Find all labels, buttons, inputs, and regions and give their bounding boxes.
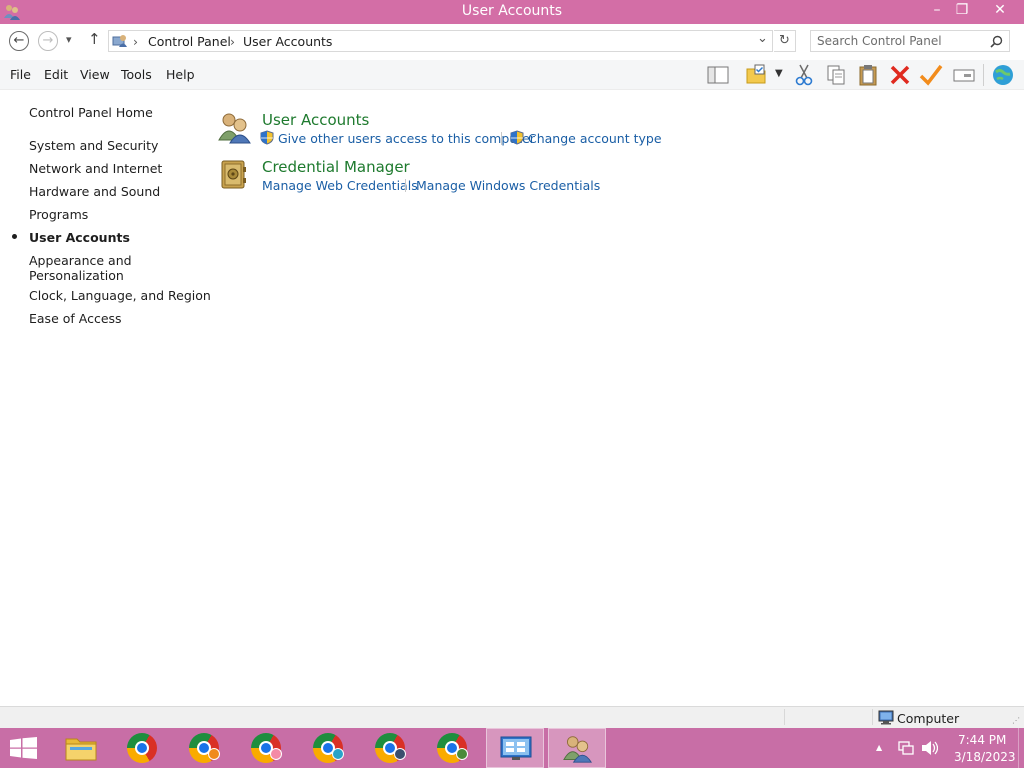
forward-button[interactable]: → [38,31,58,51]
user-accounts-icon [563,736,593,763]
link-change-account-type[interactable]: Change account type [528,131,662,146]
sidebar-item-hardware-and-sound[interactable]: Hardware and Sound [29,184,160,199]
status-bar: Computer ⋰ [0,706,1024,728]
taskbar-chrome-3[interactable] [238,728,296,768]
file-explorer-icon [65,738,97,761]
credential-manager-icon[interactable] [219,159,249,191]
chrome-icon [127,733,157,763]
search-box[interactable] [810,30,1010,52]
breadcrumb-separator: › [133,34,138,49]
breadcrumb-separator: › [230,34,235,49]
menu-bar: File Edit View Tools Help ▼ [0,60,1024,90]
search-icon[interactable] [990,35,1003,48]
menu-view[interactable]: View [80,67,110,82]
clock-time[interactable]: 7:44 PM [958,733,1006,747]
taskbar-user-accounts[interactable] [548,728,606,768]
taskbar: ▲ 7:44 PM 3/18/2023 [0,728,1024,768]
clock-date[interactable]: 3/18/2023 [954,750,1016,764]
profile-badge-icon [332,748,344,760]
taskbar-control-panel[interactable] [486,728,544,768]
copy-icon[interactable] [824,63,848,87]
status-divider [872,709,873,725]
link-manage-windows-credentials[interactable]: Manage Windows Credentials [416,178,600,193]
show-desktop-button[interactable] [1018,728,1024,768]
globe-icon[interactable] [991,63,1015,87]
sidebar-item-system-and-security[interactable]: System and Security [29,138,158,153]
menu-help[interactable]: Help [166,67,195,82]
sidebar-item-clock-language-region[interactable]: Clock, Language, and Region [29,288,211,303]
menu-edit[interactable]: Edit [44,67,68,82]
menu-tools[interactable]: Tools [121,67,152,82]
delete-icon[interactable] [888,63,912,87]
address-dropdown-icon[interactable]: ⌄ [757,31,768,46]
address-row: ← → ▾ ↑ › Control Panel › User Accounts … [0,24,1024,60]
refresh-button[interactable]: ↻ [774,30,796,52]
close-button[interactable]: ✕ [984,0,1016,22]
rename-icon[interactable] [952,63,976,87]
dropdown-icon[interactable]: ▼ [775,68,783,79]
address-bar[interactable]: › Control Panel › User Accounts ⌄ [108,30,773,52]
profile-badge-icon [270,748,282,760]
folder-options-icon[interactable] [744,63,768,87]
properties-check-icon[interactable] [919,63,943,87]
selected-bullet-icon [12,234,17,239]
taskbar-chrome-4[interactable] [300,728,358,768]
profile-badge-icon [456,748,468,760]
tray-chevron-icon[interactable]: ▲ [876,743,882,752]
title-bar: User Accounts – ❐ ✕ [0,0,1024,24]
resize-grip-icon[interactable]: ⋰ [1012,716,1020,725]
taskbar-file-explorer[interactable] [52,728,110,768]
uac-shield-icon [510,130,524,145]
user-accounts-icon[interactable] [218,112,252,144]
taskbar-chrome-2[interactable] [176,728,234,768]
recent-locations-button[interactable]: ▾ [66,33,72,46]
sidebar-item-user-accounts[interactable]: User Accounts [29,230,130,245]
profile-badge-icon [208,748,220,760]
taskbar-chrome-6[interactable] [424,728,482,768]
sidebar-item-appearance-and-personalization[interactable]: Appearance and Personalization [29,253,139,283]
link-separator [501,132,502,145]
status-computer-label: Computer [897,711,960,726]
cut-icon[interactable] [792,63,816,87]
network-icon[interactable] [898,740,914,756]
breadcrumb-user-accounts[interactable]: User Accounts [243,34,332,49]
restore-button[interactable]: ❐ [947,0,977,22]
search-input[interactable] [817,33,977,49]
category-credential-manager-title[interactable]: Credential Manager [262,158,410,176]
link-manage-web-credentials[interactable]: Manage Web Credentials [262,178,418,193]
computer-icon [878,710,894,725]
link-give-other-users-access[interactable]: Give other users access to this computer [278,131,535,146]
status-divider [784,709,785,725]
uac-shield-icon [260,130,274,145]
window-title: User Accounts [461,3,563,19]
control-panel-icon [500,736,532,760]
category-user-accounts-title[interactable]: User Accounts [262,111,369,129]
toolbar-divider [983,64,984,86]
back-button[interactable]: ← [9,31,29,51]
up-button[interactable]: ↑ [88,30,101,48]
menu-file[interactable]: File [10,67,31,82]
layout-pane-icon[interactable] [706,63,730,87]
sidebar-item-network-and-internet[interactable]: Network and Internet [29,161,162,176]
taskbar-chrome-1[interactable] [114,728,172,768]
taskbar-chrome-5[interactable] [362,728,420,768]
windows-start-icon[interactable] [10,737,37,759]
paste-icon[interactable] [856,63,880,87]
breadcrumb-control-panel[interactable]: Control Panel [148,34,231,49]
control-panel-icon [112,35,127,47]
sidebar-item-control-panel-home[interactable]: Control Panel Home [29,105,153,120]
profile-badge-icon [394,748,406,760]
link-separator [405,179,406,192]
sidebar-item-ease-of-access[interactable]: Ease of Access [29,311,122,326]
sidebar-item-programs[interactable]: Programs [29,207,88,222]
volume-icon[interactable] [921,740,938,756]
